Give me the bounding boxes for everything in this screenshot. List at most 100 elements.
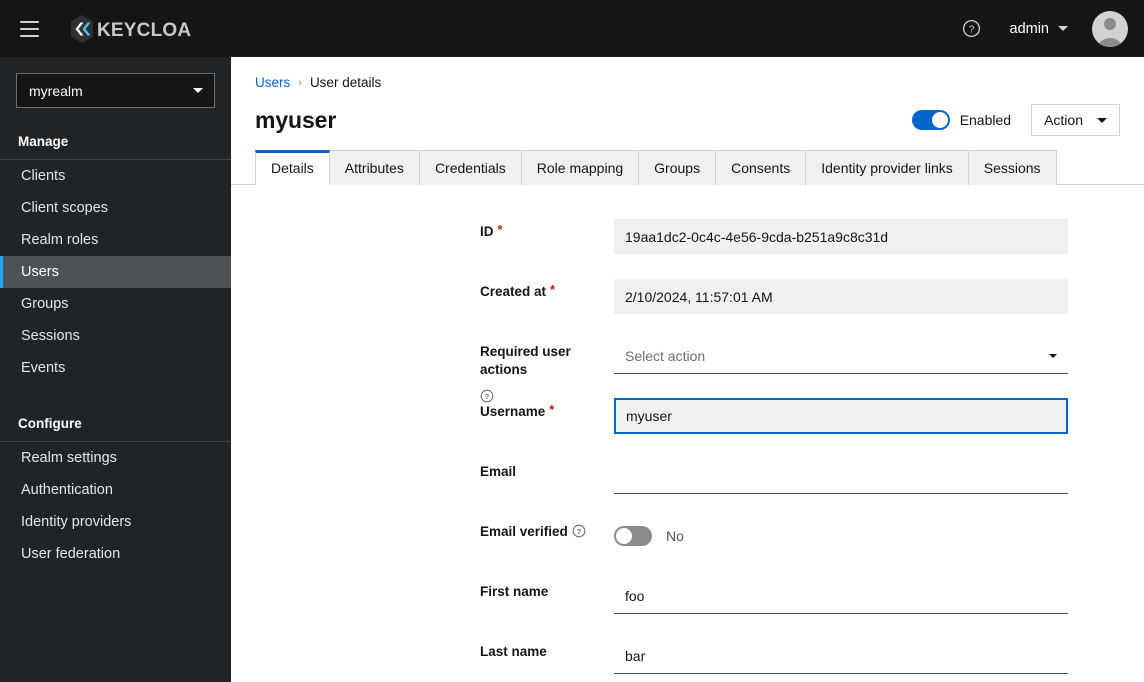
email-verified-toggle[interactable] [614, 526, 652, 546]
required-asterisk: * [549, 402, 555, 417]
avatar[interactable] [1092, 10, 1128, 47]
sidebar-item-label: Authentication [21, 482, 113, 498]
sidebar-item-label: Realm roles [21, 232, 99, 248]
sidebar-item-realm-roles[interactable]: Realm roles [0, 224, 231, 256]
email-verified-state-label: No [666, 528, 684, 544]
sidebar-item-identity-providers[interactable]: Identity providers [0, 506, 231, 538]
tab-credentials[interactable]: Credentials [418, 150, 522, 185]
toggle-knob [931, 112, 948, 128]
sidebar-item-label: Identity providers [21, 514, 132, 530]
tab-details[interactable]: Details [255, 150, 330, 186]
first-name-label: First name [480, 584, 549, 599]
email-verified-toggle-group: No [614, 518, 1068, 554]
form-row-created-at: Created at * [231, 278, 1144, 314]
created-at-control [614, 278, 1068, 314]
chevron-down-icon [1097, 117, 1107, 123]
form-row-last-name: Last name [231, 638, 1144, 674]
first-name-label-group: First name [480, 583, 608, 601]
tab-label: Identity provider links [821, 160, 953, 176]
action-dropdown-label: Action [1044, 112, 1083, 128]
tab-role-mapping[interactable]: Role mapping [520, 150, 640, 185]
last-name-label: Last name [480, 644, 547, 659]
required-user-actions-label: Required user actions [480, 344, 571, 377]
enabled-toggle-group: Enabled [911, 110, 1012, 130]
keycloak-brand-logo[interactable]: KEYCLOAK [66, 14, 192, 44]
email-verified-label: Email verified [480, 524, 568, 539]
form-row-required-user-actions: Required user actions ? Select action [231, 338, 1144, 403]
chevron-down-icon [1058, 26, 1068, 31]
id-control [614, 218, 1068, 254]
page-header: myuser Enabled Action [231, 90, 1144, 136]
required-asterisk: * [550, 282, 556, 297]
form-row-id: ID * [231, 218, 1144, 254]
id-label-group: ID * [480, 223, 608, 241]
sidebar-item-groups[interactable]: Groups [0, 288, 231, 320]
tab-consents[interactable]: Consents [715, 150, 807, 185]
sidebar-item-label: Client scopes [21, 200, 109, 216]
required-asterisk: * [497, 222, 503, 237]
help-icon[interactable]: ? [954, 11, 990, 47]
tab-label: Sessions [983, 160, 1041, 176]
last-name-control [614, 638, 1068, 674]
breadcrumb-link-users[interactable]: Users [255, 75, 290, 90]
action-dropdown[interactable]: Action [1031, 104, 1120, 136]
user-menu-label: admin [1009, 20, 1050, 37]
sidebar-item-sessions[interactable]: Sessions [0, 320, 231, 352]
tab-label: Attributes [344, 160, 404, 176]
page-title: myuser [255, 106, 337, 133]
nav-section-title-manage: Manage [18, 134, 69, 149]
help-circle-icon[interactable]: ? [572, 524, 586, 538]
first-name-field[interactable] [614, 578, 1068, 614]
sidebar-item-client-scopes[interactable]: Client scopes [0, 192, 231, 224]
email-field[interactable] [614, 458, 1068, 494]
svg-text:?: ? [576, 527, 581, 536]
tab-attributes[interactable]: Attributes [328, 150, 420, 185]
page-body: myrealm Manage Clients Client scopes Rea… [0, 57, 1144, 682]
email-control [614, 458, 1068, 494]
realm-selector[interactable]: myrealm [16, 73, 215, 108]
created-at-field [614, 278, 1068, 314]
username-label: Username [480, 404, 546, 419]
breadcrumb-current: User details [309, 75, 382, 90]
chevron-down-icon [193, 88, 203, 93]
created-at-label-group: Created at * [480, 283, 608, 301]
tab-groups[interactable]: Groups [638, 150, 717, 185]
main-content: Users › User details myuser Enabled Acti… [231, 57, 1144, 682]
tab-bar: Details Attributes Credentials Role mapp… [231, 136, 1144, 186]
username-field[interactable] [614, 398, 1068, 434]
sidebar: myrealm Manage Clients Client scopes Rea… [0, 57, 231, 682]
sidebar-item-events[interactable]: Events [0, 352, 231, 384]
last-name-field[interactable] [614, 638, 1068, 674]
nav-gap [0, 384, 231, 406]
user-menu-toggle[interactable]: admin [1004, 17, 1075, 41]
tab-label: Groups [654, 160, 701, 176]
svg-text:?: ? [969, 25, 975, 36]
sidebar-item-clients[interactable]: Clients [0, 160, 231, 192]
svg-text:KEYCLOAK: KEYCLOAK [97, 20, 192, 41]
sidebar-item-users[interactable]: Users [0, 256, 231, 288]
required-user-actions-control: Select action [614, 338, 1068, 374]
email-verified-label-group: Email verified ? [480, 523, 608, 541]
enabled-label: Enabled [959, 112, 1012, 128]
email-label-group: Email [480, 463, 608, 481]
sidebar-item-authentication[interactable]: Authentication [0, 474, 231, 506]
tab-label: Details [271, 160, 314, 176]
select-placeholder: Select action [625, 347, 706, 364]
sidebar-item-user-federation[interactable]: User federation [0, 538, 231, 570]
email-label: Email [480, 464, 517, 479]
enabled-toggle[interactable] [911, 110, 950, 130]
nav-section-title-configure: Configure [18, 416, 82, 431]
tab-sessions[interactable]: Sessions [967, 150, 1057, 185]
tab-label: Role mapping [536, 160, 624, 176]
username-label-group: Username * [480, 403, 608, 421]
breadcrumb: Users › User details [231, 57, 1144, 90]
sidebar-item-label: Groups [21, 296, 69, 312]
form-row-first-name: First name [231, 578, 1144, 614]
chevron-down-icon [1049, 353, 1057, 358]
required-user-actions-select[interactable]: Select action [614, 338, 1068, 374]
sidebar-item-label: Sessions [21, 328, 80, 344]
hamburger-icon[interactable] [6, 6, 52, 52]
id-field [614, 218, 1068, 254]
tab-identity-provider-links[interactable]: Identity provider links [805, 150, 969, 185]
sidebar-item-realm-settings[interactable]: Realm settings [0, 442, 231, 474]
